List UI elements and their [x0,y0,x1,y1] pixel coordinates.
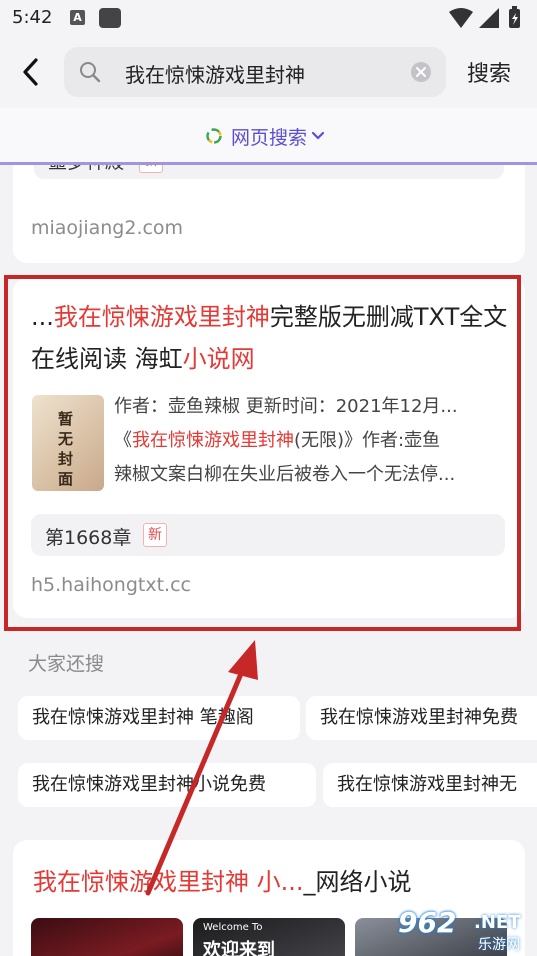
search-icon [80,62,101,83]
back-arrow-icon[interactable] [14,54,50,90]
status-bar: 5:42 A [0,0,537,36]
result-card[interactable]: 噩梦神殿 新 miaojiang2.com [13,165,525,263]
status-indicators [449,6,520,28]
clear-icon[interactable] [410,61,432,83]
search-button[interactable]: 搜索 [467,56,511,88]
notification-app-icon [99,8,121,28]
result-url[interactable]: miaojiang2.com [31,217,183,239]
title-rest: _网络小说 [303,868,412,896]
result-image[interactable] [31,918,183,956]
title-highlight: 我在惊悚游戏里封神 小... [33,868,304,896]
result-image[interactable]: Welcome To 欢迎来到 [193,918,345,956]
web-search-dropdown[interactable]: 网页搜索 [205,123,325,149]
related-searches-title: 大家还搜 [28,653,105,675]
web-search-icon [206,128,222,144]
annotation-highlight-box [4,275,521,631]
new-badge: 新 [139,165,163,173]
chapter-label: 噩梦神殿 [48,165,124,174]
image-caption-small: Welcome To [203,922,263,933]
watermark-number: 962 [398,906,457,939]
image-caption: 欢迎来到 [203,940,275,956]
search-header: 我在惊悚游戏里封神 搜索 [0,36,537,108]
chevron-down-icon [311,131,325,140]
wifi-icon [449,8,473,28]
notification-a-icon: A [70,10,85,25]
latest-chapter-row[interactable]: 噩梦神殿 新 [34,165,504,179]
results-list[interactable]: 噩梦神殿 新 miaojiang2.com ...我在惊悚游戏里封神完整版无删减… [0,165,537,956]
filter-bar: 网页搜索 [0,108,537,165]
watermark-subtitle: 乐游网 [478,937,520,953]
related-search-chip[interactable]: 我在惊悚游戏里封神免费 [306,696,537,740]
result-title[interactable]: 我在惊悚游戏里封神 小..._网络小说 [33,862,412,897]
search-query[interactable]: 我在惊悚游戏里封神 [125,59,305,88]
site-watermark: 962 .NET 乐游网 [398,906,532,954]
web-search-label: 网页搜索 [231,126,308,149]
status-time: 5:42 [12,7,53,28]
signal-icon [479,8,499,28]
related-search-chip[interactable]: 我在惊悚游戏里封神无 [323,763,537,807]
search-input[interactable]: 我在惊悚游戏里封神 [64,47,446,97]
related-search-chip[interactable]: 我在惊悚游戏里封神 笔趣阁 [18,696,300,740]
battery-icon [509,6,520,28]
related-search-chip[interactable]: 我在惊悚游戏里封神小说免费 [18,763,316,807]
watermark-net: .NET [474,912,521,933]
